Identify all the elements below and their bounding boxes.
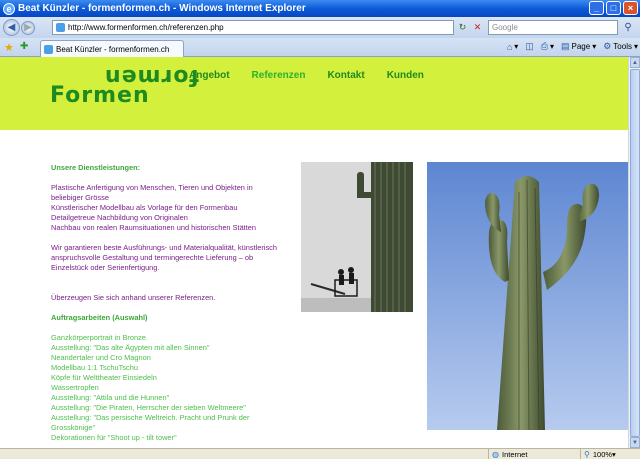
convince-text: Überzeugen Sie sich anhand unserer Refer… <box>51 293 216 302</box>
guarantee-text: Wir garantieren beste Ausführungs- und M… <box>51 243 301 273</box>
print-button[interactable]: ⎙ ▾ <box>541 41 554 52</box>
tab-page-icon <box>44 44 53 54</box>
forward-button[interactable]: ▶ <box>21 20 35 35</box>
tab-active[interactable]: Beat Künzler - formenformen.ch <box>40 40 184 57</box>
reference-link[interactable]: Ausstellung: "Das persische Weltreich. P… <box>51 413 301 423</box>
feed-icon: ◫ <box>525 41 534 51</box>
menu-item-angebot[interactable]: Angebot <box>189 70 230 81</box>
zoom-icon: ⚲ <box>584 450 590 459</box>
reference-link[interactable]: Dekorationen für "Shoot up - tilt tower" <box>51 433 301 443</box>
reference-link[interactable]: Modellbau 1:1 TschuTschu <box>51 363 301 373</box>
tab-label: Beat Künzler - formenformen.ch <box>56 44 170 54</box>
reference-link[interactable]: Ausstellung: "Die Piraten, Herrscher der… <box>51 403 301 413</box>
search-input[interactable]: Google <box>488 20 618 35</box>
menu-item-kunden[interactable]: Kunden <box>387 70 424 81</box>
page-viewport: formen Formen Angebot Referenzen Kontakt… <box>0 57 628 448</box>
service-line: Nachbau von realen Raumsituationen und h… <box>51 223 257 232</box>
command-bar: ⌂ ▾ ◫ ⎙ ▾ ▤ Page ▾ ⚙ Tools ▾ <box>507 41 638 52</box>
zoom-control[interactable]: ⚲ 100% ▾ <box>580 449 640 459</box>
services-heading: Unsere Dienstleistungen: <box>51 163 141 172</box>
zone-label: Internet <box>501 450 528 459</box>
refresh-icon[interactable]: ↻ <box>456 21 469 34</box>
search-icon[interactable]: ⚲ <box>620 20 636 35</box>
page-menu-icon: ▤ <box>561 41 570 51</box>
feeds-button[interactable]: ◫ <box>525 41 534 52</box>
address-url: http://www.formenformen.ch/referenzen.ph… <box>68 23 224 32</box>
zoom-level: 100% <box>592 450 613 459</box>
services-list: Plastische Anfertigung von Menschen, Tie… <box>51 183 301 233</box>
guarantee-line: anspruchsvolle Gestaltung und termingere… <box>51 253 254 262</box>
page-menu[interactable]: ▤ Page ▾ <box>561 41 596 52</box>
saguaro-cactus-photo <box>427 162 628 430</box>
service-line: Künstlerischer Modellbau als Vorlage für… <box>51 203 238 212</box>
title-bar: e Beat Künzler - formenformen.ch - Windo… <box>0 0 640 17</box>
service-line: Plastische Anfertigung von Menschen, Tie… <box>51 183 253 192</box>
back-button[interactable]: ◀ <box>3 19 20 36</box>
zoom-dropdown-icon[interactable]: ▾ <box>612 450 616 459</box>
minimize-button[interactable]: _ <box>589 1 604 15</box>
favorites-star-icon[interactable]: ★ <box>4 41 14 54</box>
home-icon: ⌂ <box>506 41 513 52</box>
main-content: Unsere Dienstleistungen: Plastische Anfe… <box>51 163 301 443</box>
ie-icon: e <box>3 2 15 15</box>
gear-icon: ⚙ <box>603 41 612 51</box>
reference-link[interactable]: Ausstellung: "Das alte Ägypten mit allen… <box>51 343 301 353</box>
menu-item-referenzen[interactable]: Referenzen <box>252 70 306 81</box>
security-zone: ◍ Internet <box>488 449 580 459</box>
reference-link[interactable]: Grosskönige" <box>51 423 301 433</box>
guarantee-line: Einzelstück oder Serienfertigung. <box>51 263 160 272</box>
tools-menu[interactable]: ⚙ Tools ▾ <box>603 41 638 52</box>
stop-icon[interactable]: ✕ <box>471 21 484 34</box>
maximize-button[interactable]: □ <box>606 1 621 15</box>
globe-icon: ◍ <box>492 450 499 459</box>
logo-text[interactable]: Formen <box>50 85 150 107</box>
references-list: Ganzkörperportrait in Bronze Ausstellung… <box>51 333 301 443</box>
close-button[interactable]: × <box>623 1 638 15</box>
reference-link[interactable]: Ausstellung: "Attila und die Hunnen" <box>51 393 301 403</box>
reference-link[interactable]: Wassertropfen <box>51 383 301 393</box>
address-row: ◀ ▶ http://www.formenformen.ch/referenze… <box>0 17 640 38</box>
guarantee-line: Wir garantieren beste Ausführungs- und M… <box>51 243 277 252</box>
scroll-down-icon[interactable]: ▼ <box>630 437 640 448</box>
window-controls: _ □ × <box>589 1 638 15</box>
status-bar: ◍ Internet ⚲ 100% ▾ <box>0 448 640 459</box>
vertical-scrollbar[interactable]: ▲ ▼ <box>628 57 640 448</box>
menu-item-kontakt[interactable]: Kontakt <box>327 70 364 81</box>
window-title: Beat Künzler - formenformen.ch - Windows… <box>18 3 306 14</box>
service-line: Detailgetreue Nachbildung von Originalen <box>51 213 188 222</box>
reference-link[interactable]: Köpfe für Welttheater Einsiedeln <box>51 373 301 383</box>
print-icon: ⎙ <box>540 41 548 51</box>
cactus-workers-photo <box>301 162 413 312</box>
service-line: beliebiger Grösse <box>51 193 109 202</box>
tab-row: ★ ✚ Beat Künzler - formenformen.ch ⌂ ▾ ◫ … <box>0 38 640 57</box>
reference-link[interactable]: Ganzkörperportrait in Bronze <box>51 333 301 343</box>
home-button[interactable]: ⌂ ▾ <box>507 42 518 52</box>
main-menu: Angebot Referenzen Kontakt Kunden <box>189 70 446 81</box>
page-icon <box>56 23 65 32</box>
reference-link[interactable]: Neandertaler und Cro Magnon <box>51 353 301 363</box>
address-bar[interactable]: http://www.formenformen.ch/referenzen.ph… <box>52 20 454 35</box>
scroll-thumb[interactable] <box>630 69 640 437</box>
site-header: formen Formen Angebot Referenzen Kontakt… <box>0 57 628 130</box>
page-menu-label: Page <box>571 42 591 51</box>
add-favorites-icon[interactable]: ✚ <box>20 41 28 52</box>
scroll-up-icon[interactable]: ▲ <box>630 57 640 68</box>
address-tools: ↻ ✕ <box>456 21 484 34</box>
orders-heading: Auftragsarbeiten (Auswahl) <box>51 313 148 322</box>
search-placeholder: Google <box>492 23 518 32</box>
tools-menu-label: Tools <box>613 42 632 51</box>
